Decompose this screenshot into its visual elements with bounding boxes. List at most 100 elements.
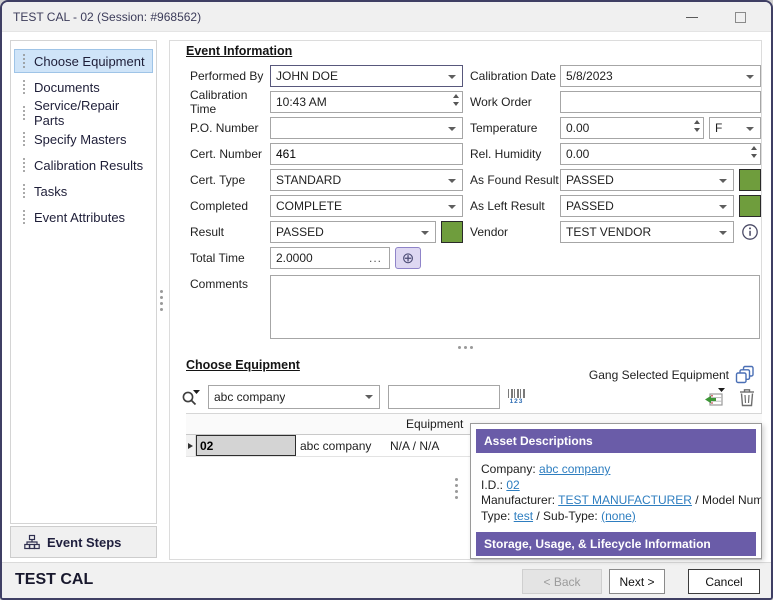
asset-panel-splitter[interactable] [455,478,458,499]
drag-grip-icon [23,132,25,146]
trash-icon [739,388,755,407]
sidebar-item-label: Specify Masters [34,132,126,147]
cert-type-combo[interactable]: STANDARD [270,169,463,191]
calibration-time-spinner[interactable]: 10:43 AM [270,91,463,113]
sidebar-item-event-attributes[interactable]: Event Attributes [14,205,153,229]
asset-descriptions-header: Asset Descriptions [476,429,756,453]
event-steps-label: Event Steps [47,535,121,550]
asset-descriptions-panel: Asset Descriptions Company: abc company … [470,423,762,559]
delete-equipment-button[interactable] [739,388,755,407]
chevron-down-icon [448,75,456,79]
equipment-company-cell[interactable]: abc company [296,435,386,456]
sidebar-item-calibration-results[interactable]: Calibration Results [14,153,153,177]
cert-number-input[interactable] [270,143,463,165]
performed-by-label: Performed By [190,69,270,83]
back-button[interactable]: < Back [522,569,602,594]
cancel-button[interactable]: Cancel [688,569,760,594]
rel-humidity-label: Rel. Humidity [470,147,560,161]
equipment-id-cell[interactable]: 02 [196,435,296,456]
manufacturer-link[interactable]: TEST MANUFACTURER [558,493,692,507]
comments-label: Comments [190,277,270,291]
vendor-label: Vendor [470,225,560,239]
page-title: TEST CAL [15,571,93,589]
event-steps-button[interactable]: Event Steps [10,526,157,558]
row-indicator-icon [188,443,193,449]
completed-combo[interactable]: COMPLETE [270,195,463,217]
minimize-icon [686,17,698,18]
form-left-column: Performed By JOHN DOE Calibration Time 1… [190,65,463,299]
drag-grip-icon [23,184,25,198]
sidebar-splitter[interactable] [160,290,163,311]
info-icon [741,223,759,241]
asset-company-line: Company: abc company [481,462,761,478]
equipment-scan-input[interactable] [388,385,500,409]
gang-copy-icon [735,365,755,384]
add-time-button[interactable]: ⊕ [395,247,421,269]
spinner-arrows-icon[interactable] [694,120,700,132]
rel-humidity-spinner[interactable]: 0.00 [560,143,761,165]
barcode-icon [508,389,525,398]
sidebar-item-label: Choose Equipment [34,54,145,69]
select-equipment-button[interactable] [704,387,726,407]
as-found-status-swatch [739,169,761,191]
section-splitter[interactable] [458,346,473,349]
temperature-unit-combo[interactable]: F [709,117,761,139]
spinner-arrows-icon[interactable] [453,94,459,106]
barcode-scan-button[interactable]: 123 [508,389,525,406]
gang-selected-equipment[interactable]: Gang Selected Equipment [589,365,755,384]
result-status-swatch [441,221,463,243]
calibration-date-picker[interactable]: 5/8/2023 [560,65,761,87]
drag-grip-icon [23,80,25,94]
vendor-info-button[interactable] [739,221,761,243]
search-icon [180,387,202,407]
temperature-label: Temperature [470,121,560,135]
chevron-down-icon [448,127,456,131]
search-button[interactable] [180,387,202,407]
sidebar-item-service-repair-parts[interactable]: Service/Repair Parts [14,101,153,125]
sidebar-item-specify-masters[interactable]: Specify Masters [14,127,153,151]
work-order-input[interactable] [560,91,761,113]
comments-input[interactable] [270,275,760,339]
sidebar-item-documents[interactable]: Documents [14,75,153,99]
as-left-result-label: As Left Result [470,199,560,213]
sidebar-item-label: Event Attributes [34,210,125,225]
po-number-label: P.O. Number [190,121,270,135]
asset-id-line: I.D.: 02 [481,478,761,494]
equipment-column-header: Equipment [406,417,463,431]
temperature-spinner[interactable]: 0.00 [560,117,704,139]
maximize-button[interactable] [723,2,757,32]
sidebar-item-choose-equipment[interactable]: Choose Equipment [14,49,153,73]
performed-by-combo[interactable]: JOHN DOE [270,65,463,87]
more-options-icon[interactable]: ... [369,251,384,265]
chevron-down-icon [421,231,429,235]
as-found-result-label: As Found Result [470,173,560,187]
drag-grip-icon [23,210,25,224]
calibration-date-label: Calibration Date [470,69,560,83]
choose-equipment-heading: Choose Equipment [186,358,300,372]
id-link[interactable]: 02 [506,478,519,492]
minimize-button[interactable] [675,2,709,32]
as-found-result-combo[interactable]: PASSED [560,169,734,191]
company-link[interactable]: abc company [539,462,610,476]
po-number-combo[interactable] [270,117,463,139]
sidebar-item-tasks[interactable]: Tasks [14,179,153,203]
import-equipment-icon [704,387,726,407]
subtype-link[interactable]: (none) [601,509,636,523]
calibration-time-label: Calibration Time [190,88,270,116]
as-left-result-combo[interactable]: PASSED [560,195,734,217]
type-link[interactable]: test [514,509,533,523]
sidebar-item-label: Service/Repair Parts [34,98,152,128]
vendor-combo[interactable]: TEST VENDOR [560,221,734,243]
spinner-arrows-icon[interactable] [751,146,757,158]
sidebar-item-label: Tasks [34,184,67,199]
result-combo[interactable]: PASSED [270,221,436,243]
drag-grip-icon [23,54,25,68]
total-time-field[interactable]: 2.0000 ... [270,247,390,269]
wizard-steps-sidebar: Choose Equipment Documents Service/Repai… [10,40,157,524]
footer-bar: TEST CAL < Back Next > Cancel [2,562,771,600]
next-button[interactable]: Next > [609,569,665,594]
chevron-down-icon [746,75,754,79]
event-information-heading: Event Information [186,44,292,58]
dialog-window: TEST CAL - 02 (Session: #968562) Choose … [0,0,773,600]
equipment-filter-combo[interactable]: abc company [208,385,380,409]
